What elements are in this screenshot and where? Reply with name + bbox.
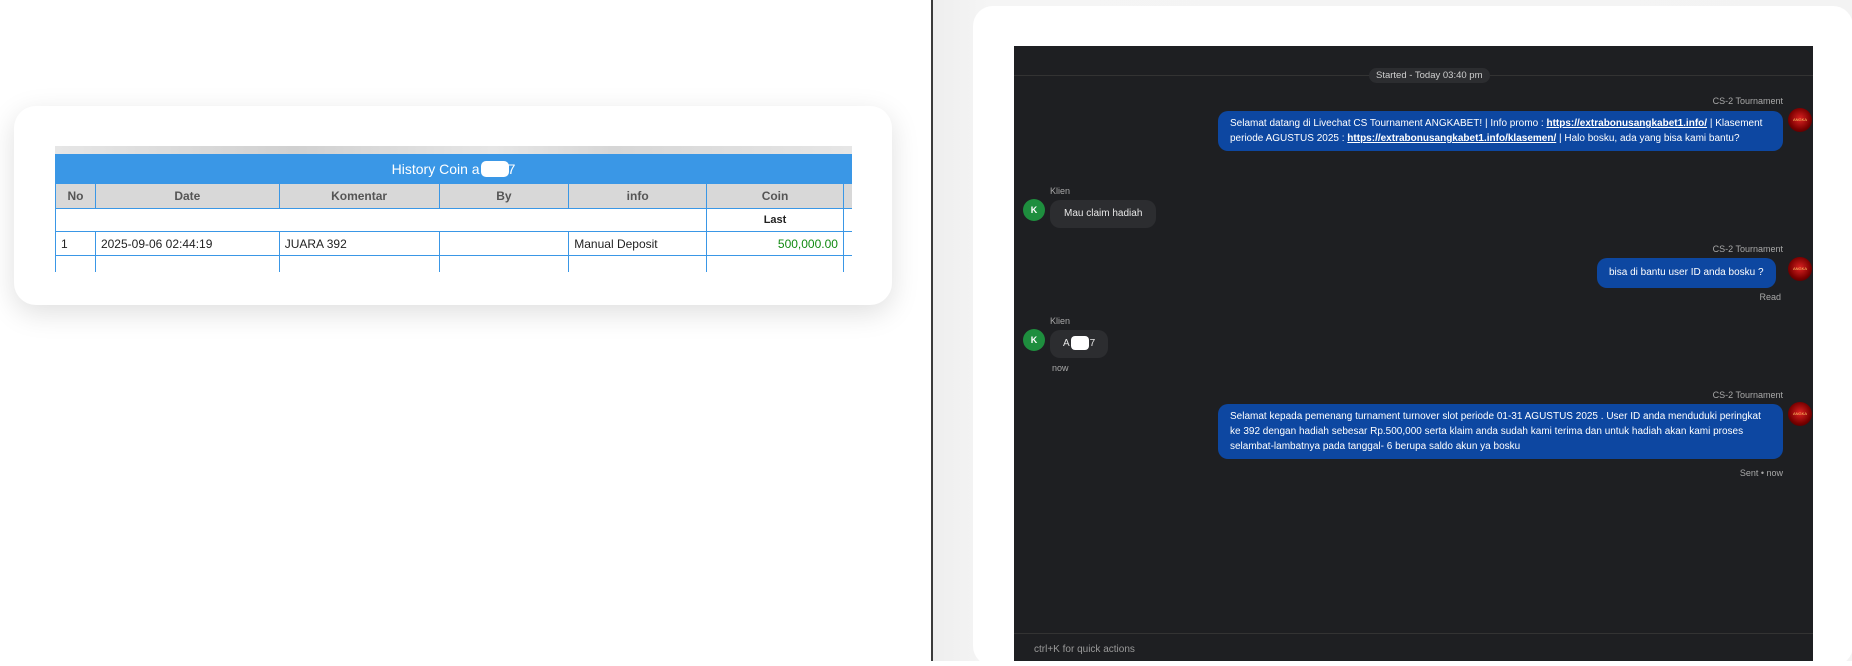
column-header-no[interactable]: No bbox=[55, 183, 96, 209]
agent-avatar: ANGKA bbox=[1788, 257, 1812, 281]
cell-date: 2025-09-06 02:44:19 bbox=[94, 231, 280, 256]
message-text: A bbox=[1063, 338, 1070, 349]
agent-name-label: CS-2 Tournament bbox=[1712, 96, 1783, 106]
chat-transcript: Started - Today 03:40 pm CS-2 Tournament… bbox=[1014, 46, 1813, 661]
agent-message-winner: Selamat kepada pemenang turnament turnov… bbox=[1218, 404, 1783, 459]
client-avatar: K bbox=[1023, 199, 1045, 221]
promo-link[interactable]: https://extrabonusangkabet1.info/ bbox=[1546, 118, 1707, 129]
agent-avatar: ANGKA bbox=[1788, 108, 1812, 132]
cell-by bbox=[438, 231, 570, 256]
history-coin-table: No Date Komentar By info Coin Last 1 202… bbox=[55, 183, 852, 272]
sent-status: Sent • now bbox=[1739, 468, 1783, 478]
title-prefix: History Coin a bbox=[391, 160, 480, 177]
message-text: 7 bbox=[1089, 338, 1096, 349]
chat-started-label: Started - Today 03:40 pm bbox=[1369, 68, 1490, 83]
table-row-partial bbox=[55, 255, 852, 272]
redaction-mask bbox=[1070, 336, 1089, 351]
redaction-mask bbox=[480, 160, 509, 177]
column-header-komentar[interactable]: Komentar bbox=[278, 183, 440, 209]
table-row: 1 2025-09-06 02:44:19 JUARA 392 Manual D… bbox=[55, 231, 852, 256]
agent-message-welcome: Selamat datang di Livechat CS Tournament… bbox=[1218, 111, 1783, 151]
column-header-info[interactable]: info bbox=[568, 183, 708, 209]
client-avatar: K bbox=[1023, 329, 1045, 351]
quick-actions-hint[interactable]: ctrl+K for quick actions bbox=[1034, 644, 1135, 655]
cell-info: Manual Deposit bbox=[568, 231, 708, 256]
message-text: | Halo bosku, ada yang bisa kami bantu? bbox=[1556, 133, 1740, 144]
history-coin-card: History Coin a 7 No Date Komentar By inf… bbox=[14, 106, 892, 305]
client-message: Mau claim hadiah bbox=[1050, 200, 1157, 228]
agent-avatar: ANGKA bbox=[1788, 402, 1812, 426]
last-label: Last bbox=[706, 208, 844, 232]
agent-message-ask-id: bisa di bantu user ID anda bosku ? bbox=[1597, 258, 1776, 288]
table-header-row: No Date Komentar By info Coin bbox=[55, 183, 852, 209]
column-header-extra bbox=[842, 183, 852, 209]
world-map-decoration bbox=[55, 146, 852, 154]
klasemen-link[interactable]: https://extrabonusangkabet1.info/klaseme… bbox=[1347, 133, 1556, 144]
read-status: Read bbox=[1759, 292, 1781, 302]
agent-name-label: CS-2 Tournament bbox=[1712, 390, 1783, 400]
client-message-user-id: A7 bbox=[1050, 330, 1109, 358]
client-message-time: now bbox=[1052, 363, 1069, 373]
client-name-label: Klien bbox=[1050, 316, 1071, 326]
left-pane: History Coin a 7 No Date Komentar By inf… bbox=[0, 0, 932, 661]
history-coin-title: History Coin a 7 bbox=[55, 154, 852, 183]
column-header-date[interactable]: Date bbox=[94, 183, 280, 209]
agent-name-label: CS-2 Tournament bbox=[1712, 244, 1783, 254]
last-row: Last bbox=[55, 208, 852, 232]
column-header-by[interactable]: By bbox=[438, 183, 570, 209]
cell-coin: 500,000.00 bbox=[706, 231, 844, 256]
column-header-coin[interactable]: Coin bbox=[706, 183, 844, 209]
client-name-label: Klien bbox=[1050, 186, 1071, 196]
cell-komentar: JUARA 392 bbox=[278, 231, 440, 256]
composer-divider bbox=[1014, 633, 1813, 634]
cell-no: 1 bbox=[55, 231, 96, 256]
title-suffix: 7 bbox=[507, 160, 516, 177]
history-coin-table-wrap: History Coin a 7 No Date Komentar By inf… bbox=[55, 146, 852, 272]
message-text: Selamat datang di Livechat CS Tournament… bbox=[1230, 118, 1547, 129]
